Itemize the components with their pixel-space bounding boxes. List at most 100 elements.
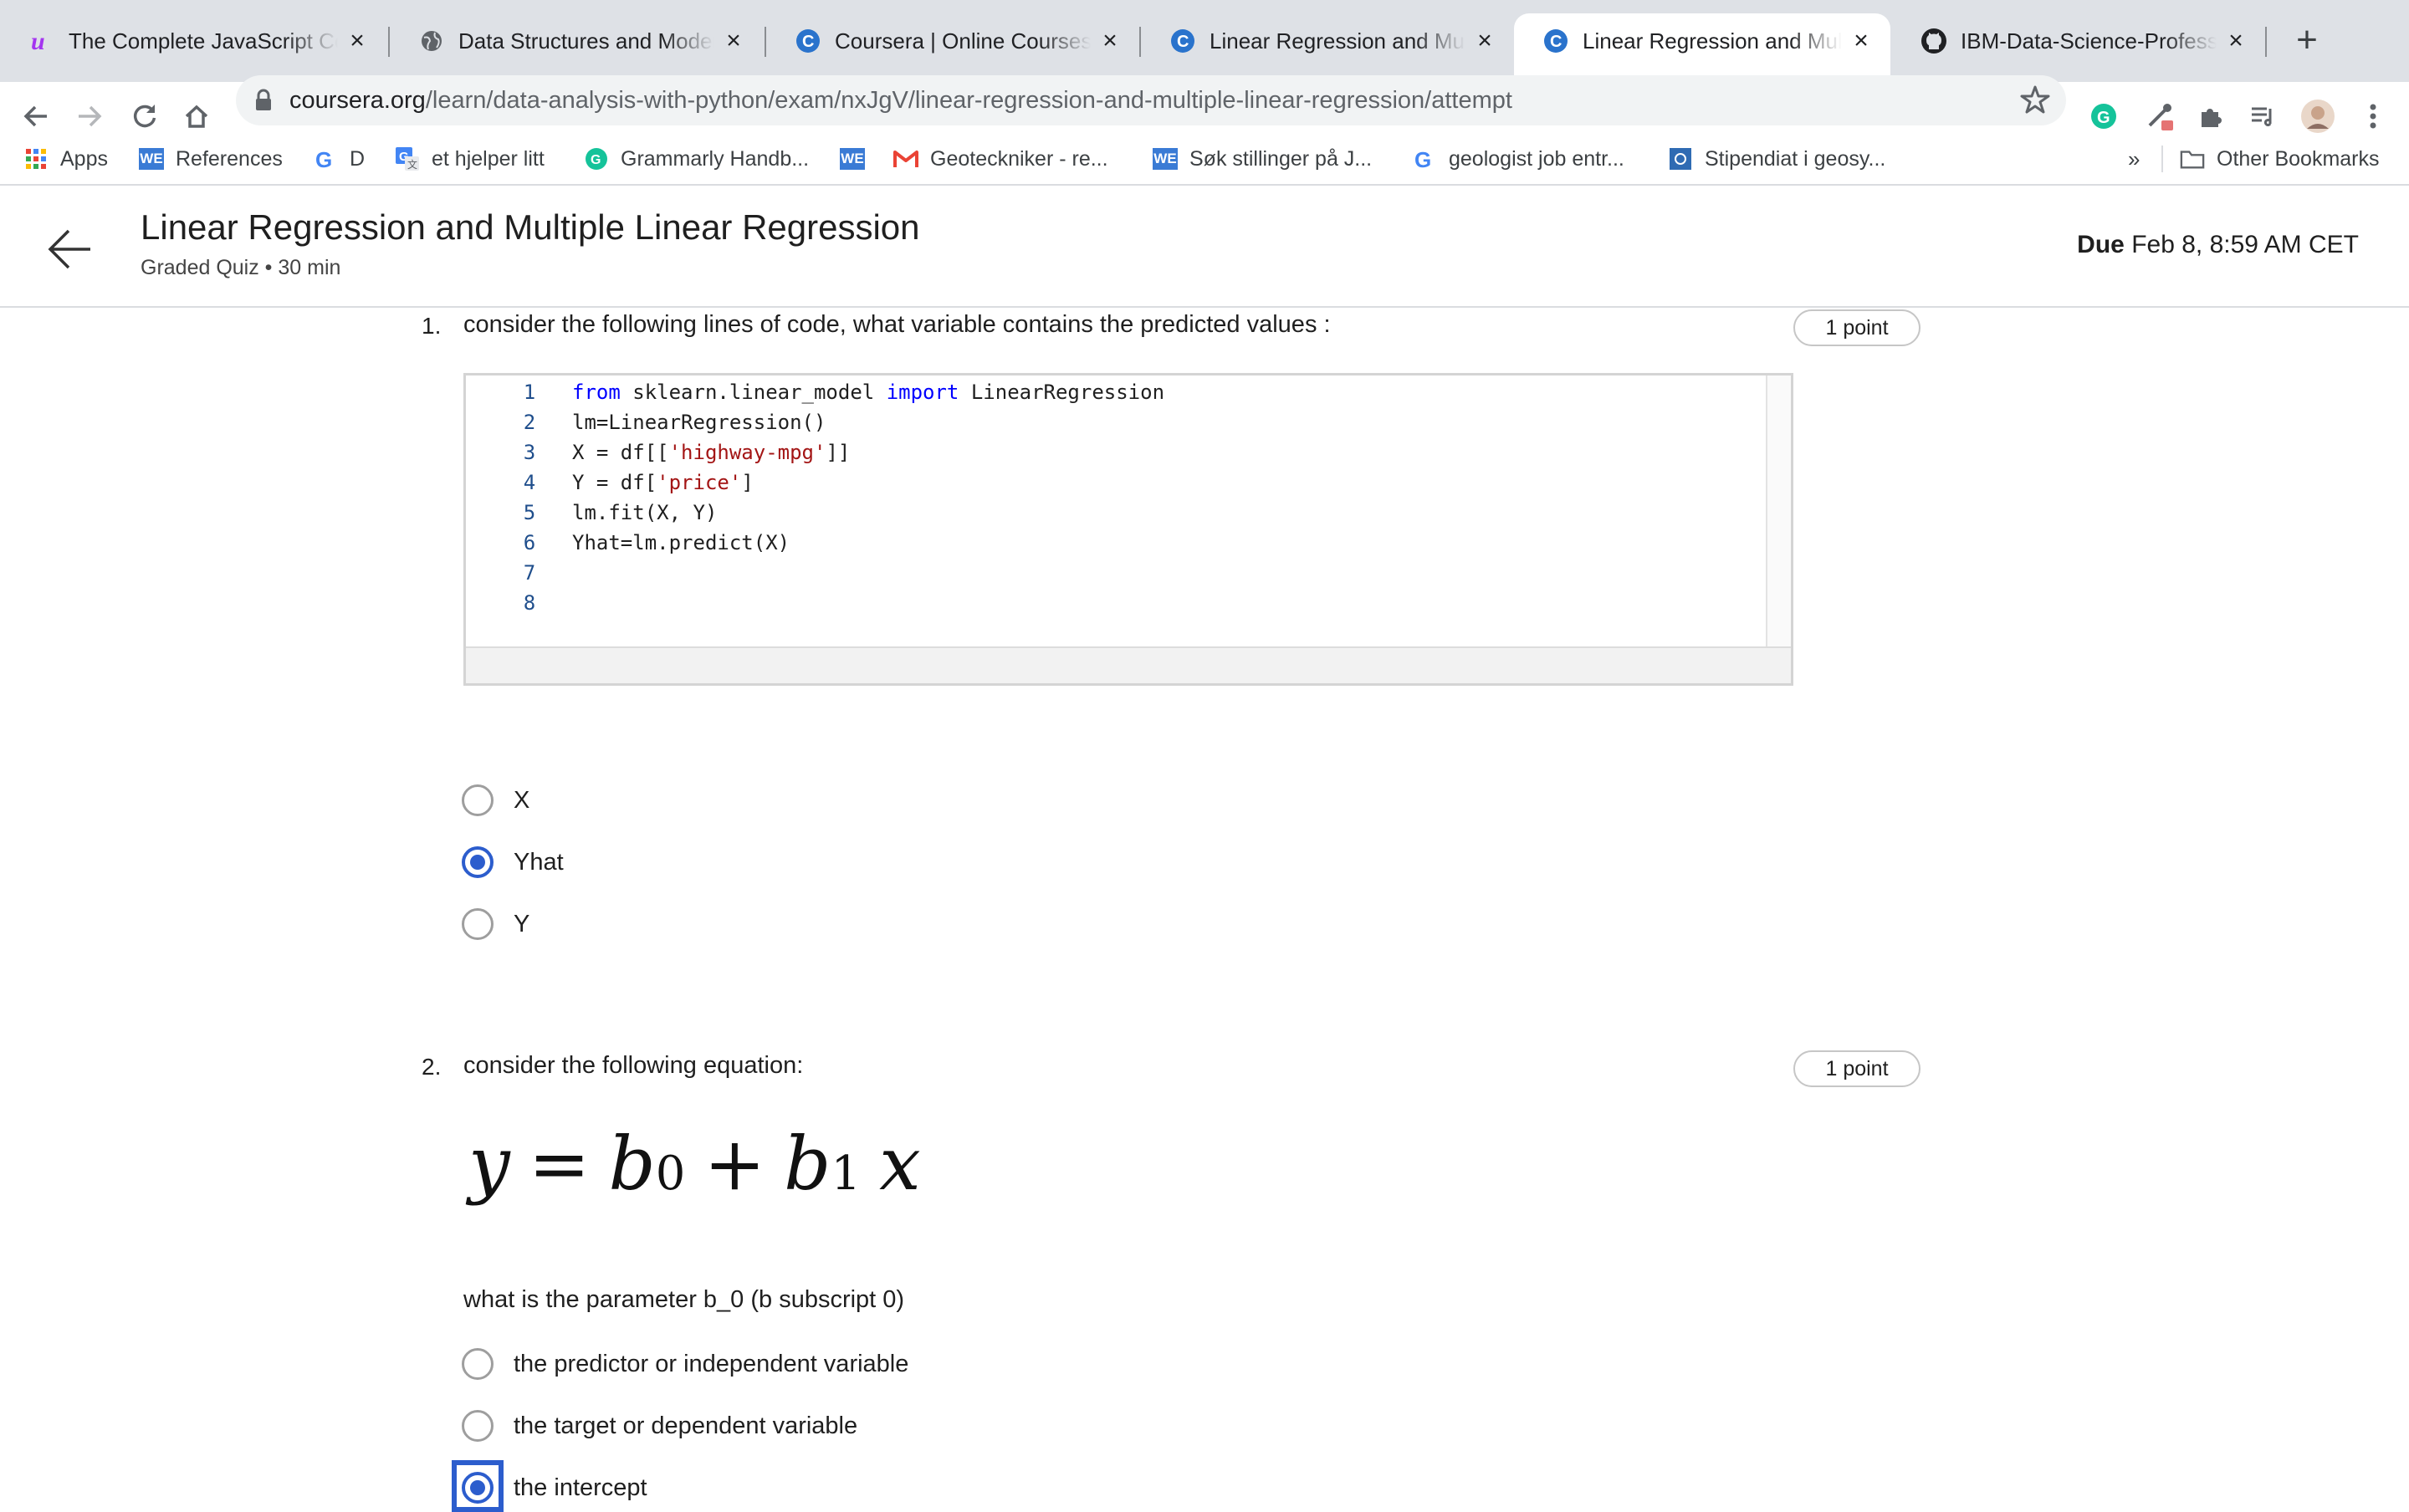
close-icon[interactable]: ×: [721, 27, 746, 54]
svg-text:G: G: [591, 153, 601, 167]
browser-tab[interactable]: Data Structures and Modern ×: [390, 13, 763, 69]
bookmark-we[interactable]: WE: [840, 142, 877, 176]
close-icon[interactable]: ×: [1097, 27, 1123, 54]
svg-text:G: G: [1414, 147, 1431, 171]
bookmark-geologist-job[interactable]: G geologist job entr...: [1412, 142, 1624, 176]
horizontal-scrollbar[interactable]: [466, 646, 1791, 683]
svg-text:文: 文: [407, 158, 417, 171]
option-label: Yhat: [514, 848, 564, 876]
bookmark-icon: [1668, 146, 1693, 171]
radio-button-selected[interactable]: [462, 1472, 494, 1504]
question-prompt: consider the following lines of code, wh…: [463, 311, 1331, 338]
forward-arrow-icon[interactable]: [70, 97, 109, 135]
answer-option[interactable]: X: [462, 782, 529, 819]
option-label: the target or dependent variable: [514, 1412, 858, 1439]
svg-text:u: u: [31, 28, 45, 54]
back-arrow-icon[interactable]: [45, 224, 95, 274]
bookmark-geoteckniker[interactable]: Geoteckniker - re...: [893, 142, 1108, 176]
bookmark-et-hjelper-litt[interactable]: G文 et hjelper litt: [395, 142, 545, 176]
tab-title: Data Structures and Modern: [458, 28, 714, 54]
apps-grid-icon: [23, 146, 49, 171]
lock-icon[interactable]: [254, 89, 273, 116]
line-number: 3: [523, 441, 536, 464]
reload-icon[interactable]: [125, 97, 164, 135]
line-number: 2: [523, 411, 536, 434]
line-number: 7: [523, 561, 536, 585]
we-icon: WE: [139, 146, 164, 171]
points-badge: 1 point: [1793, 309, 1921, 346]
vertical-scrollbar[interactable]: [1766, 375, 1791, 651]
back-arrow-icon[interactable]: [17, 97, 55, 135]
close-icon[interactable]: ×: [345, 27, 370, 54]
url-text[interactable]: coursera.org/learn/data-analysis-with-py…: [289, 87, 1512, 115]
home-icon[interactable]: [177, 97, 216, 135]
google-icon: G: [313, 146, 338, 171]
svg-text:C: C: [1177, 33, 1189, 51]
code-line: X = df[['highway-mpg']]: [572, 441, 851, 464]
address-bar[interactable]: coursera.org/learn/data-analysis-with-py…: [236, 75, 2066, 125]
code-line: Yhat=lm.predict(X): [572, 531, 790, 554]
menu-kebab-icon[interactable]: [2354, 97, 2392, 135]
svg-text:C: C: [802, 33, 814, 51]
grammarly-icon: G: [584, 146, 609, 171]
new-tab-plus-icon[interactable]: +: [2289, 19, 2325, 60]
close-icon[interactable]: ×: [1472, 27, 1497, 54]
bookmark-references[interactable]: WE References: [139, 142, 283, 176]
answer-option-selected[interactable]: the intercept: [462, 1469, 647, 1506]
eyedropper-extension-icon[interactable]: [2141, 97, 2180, 135]
url-path: /learn/data-analysis-with-python/exam/nx…: [425, 87, 1512, 114]
answer-option-selected[interactable]: Yhat: [462, 844, 564, 881]
gmail-icon: [893, 146, 918, 171]
bookmark-sok-stillinger[interactable]: WE Søk stillinger på J...: [1153, 142, 1372, 176]
browser-tab[interactable]: u The Complete JavaScript Co ×: [0, 13, 386, 69]
bookmark-label: Stipendiat i geosy...: [1705, 146, 1886, 171]
close-icon[interactable]: ×: [1849, 27, 1874, 54]
browser-tab[interactable]: C Coursera | Online Courses & ×: [766, 13, 1139, 69]
quiz-header: Linear Regression and Multiple Linear Re…: [0, 186, 2409, 308]
radio-button[interactable]: [462, 1410, 494, 1442]
google-translate-icon: G文: [395, 146, 420, 171]
browser-tab[interactable]: C Linear Regression and Multi ×: [1141, 13, 1514, 69]
close-icon[interactable]: ×: [2223, 27, 2248, 54]
answer-option[interactable]: the predictor or independent variable: [462, 1346, 908, 1382]
url-host: coursera.org: [289, 87, 426, 114]
grammarly-extension-icon[interactable]: G: [2084, 97, 2123, 135]
question-number: 2.: [422, 1054, 442, 1080]
we-icon: WE: [840, 146, 865, 171]
bookmark-apps[interactable]: Apps: [23, 142, 108, 176]
profile-avatar[interactable]: [2299, 97, 2337, 135]
svg-text:G: G: [2097, 109, 2110, 127]
bookmark-star-icon[interactable]: [2019, 84, 2051, 120]
option-label: X: [514, 786, 530, 814]
browser-tab-active[interactable]: C Linear Regression and Multi ×: [1514, 13, 1890, 82]
question-prompt: consider the following equation:: [463, 1052, 804, 1079]
option-label: the intercept: [514, 1474, 647, 1501]
svg-text:C: C: [1550, 33, 1562, 51]
line-number: 1: [523, 381, 536, 404]
browser-tab-strip: u The Complete JavaScript Co × Data Stru…: [0, 0, 2409, 82]
radio-button-selected[interactable]: [462, 846, 494, 878]
bookmarks-overflow-chevron-icon[interactable]: »: [2128, 142, 2140, 176]
radio-button[interactable]: [462, 908, 494, 940]
bookmarks-bar: Apps WE References G D G文 et hjelper lit…: [0, 134, 2409, 186]
coursera-icon: C: [1542, 28, 1569, 54]
bookmark-other-bookmarks[interactable]: Other Bookmarks: [2180, 142, 2380, 176]
radio-button[interactable]: [462, 784, 494, 816]
bookmark-label: Other Bookmarks: [2217, 146, 2380, 171]
radio-button[interactable]: [462, 1348, 494, 1380]
bookmark-label: Grammarly Handb...: [621, 146, 810, 171]
bookmark-d[interactable]: G D: [313, 142, 365, 176]
code-editor[interactable]: 1 2 3 4 5 6 7 8 from sklearn.linear_mode…: [463, 373, 1793, 686]
tab-title: Linear Regression and Multi: [1210, 28, 1465, 54]
answer-option[interactable]: the target or dependent variable: [462, 1407, 857, 1444]
bookmark-grammarly[interactable]: G Grammarly Handb...: [584, 142, 809, 176]
line-number: 5: [523, 501, 536, 524]
reading-list-icon[interactable]: [2243, 97, 2282, 135]
answer-option[interactable]: Y: [462, 906, 529, 942]
extensions-puzzle-icon[interactable]: [2192, 97, 2230, 135]
github-icon: [1921, 28, 1947, 54]
code-line: Y = df['price']: [572, 471, 754, 494]
bookmark-label: References: [176, 146, 283, 171]
bookmark-stipendiat[interactable]: Stipendiat i geosy...: [1668, 142, 1885, 176]
browser-tab[interactable]: IBM-Data-Science-Professio ×: [1892, 13, 2265, 69]
